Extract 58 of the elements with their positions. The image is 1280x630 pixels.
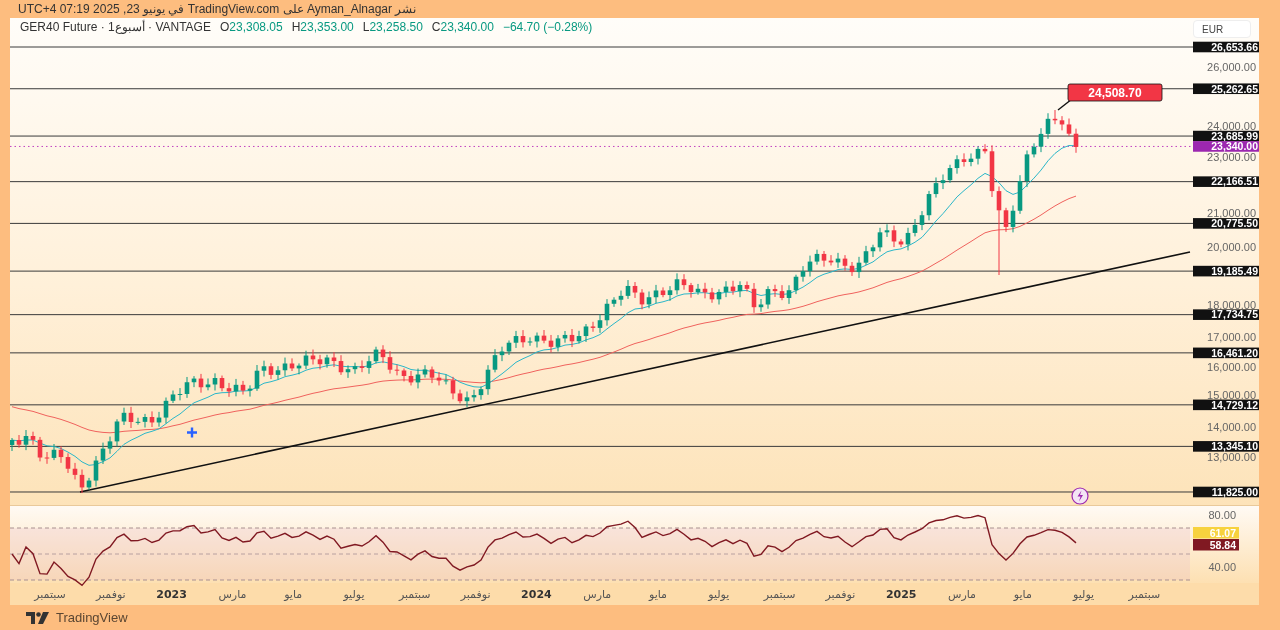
indicator-value-label: 58.84 bbox=[1193, 538, 1239, 551]
symbol-label: GER40 Future · 1أسبوع · VANTAGE bbox=[20, 20, 211, 34]
currency-button[interactable]: EUR bbox=[1193, 20, 1251, 38]
time-axis-label: سبتمبر bbox=[34, 588, 66, 601]
price-tick-label: 23,000.00 bbox=[1207, 150, 1256, 163]
price-tick-label: 21,000.00 bbox=[1207, 207, 1256, 220]
time-axis-label: نوفمبر bbox=[95, 588, 126, 601]
time-axis-label: 2023 bbox=[156, 588, 187, 601]
time-axis-label: سبتمبر bbox=[399, 588, 431, 601]
price-change: −64.70 (−0.28%) bbox=[502, 20, 593, 34]
time-axis-label: 2025 bbox=[885, 588, 917, 601]
time-axis-label: مارس bbox=[218, 588, 247, 601]
price-tick-label: 17,000.00 bbox=[1207, 330, 1256, 343]
price-tick-label: 16,000.00 bbox=[1207, 360, 1256, 373]
price-label: 20,775.50 bbox=[1193, 217, 1259, 230]
logo-icon bbox=[26, 611, 50, 624]
price-label: 23,340.00 bbox=[1193, 140, 1259, 153]
time-axis-label: سبتمبر bbox=[763, 588, 796, 601]
publish-info: نشر Ayman_Alnagar على TradingView.com في يونيو 23, 2025 07:19 UTC+4 bbox=[18, 2, 417, 16]
plus-icon bbox=[185, 426, 199, 439]
price-label: 17,734.75 bbox=[1193, 308, 1259, 321]
price-label: 23,685.99 bbox=[1193, 129, 1259, 142]
price-label: 14,729.12 bbox=[1193, 398, 1259, 411]
price-tick-label: 15,000.00 bbox=[1207, 388, 1256, 401]
price-label: 16,461.20 bbox=[1193, 346, 1259, 359]
ohlc-value: O23,308.05 bbox=[219, 20, 283, 34]
indicator-value-label: 61.07 bbox=[1193, 526, 1239, 539]
ohlc-value: H23,353.00 bbox=[291, 20, 354, 34]
price-callout: 24,508.70 bbox=[1067, 83, 1163, 102]
lightning-icon bbox=[1071, 487, 1089, 505]
time-axis-label: نوفمبر bbox=[460, 588, 491, 601]
price-label: 19,185.49 bbox=[1193, 264, 1259, 277]
price-label: 26,653.66 bbox=[1193, 40, 1259, 53]
time-axis-label: مارس bbox=[583, 588, 612, 601]
rsi-tick-label: 40.00 bbox=[1208, 561, 1236, 573]
time-axis-label: نوفمبر bbox=[825, 588, 856, 601]
price-tick-label: 20,000.00 bbox=[1207, 240, 1256, 253]
time-axis-label: سبتمبر bbox=[1128, 588, 1161, 601]
price-tick-label: 13,000.00 bbox=[1207, 450, 1256, 463]
time-axis-label: مايو bbox=[284, 588, 303, 601]
time-axis-label: مايو bbox=[1013, 588, 1032, 601]
price-label: 25,262.65 bbox=[1193, 82, 1259, 95]
time-axis-label: يوليو bbox=[708, 588, 730, 601]
price-tick-label: 26,000.00 bbox=[1207, 60, 1256, 73]
price-tick-label: 18,000.00 bbox=[1207, 298, 1256, 311]
time-axis-label: مارس bbox=[948, 588, 976, 601]
rsi-tick-label: 80.00 bbox=[1208, 509, 1236, 521]
ohlc-value: L23,258.50 bbox=[362, 20, 423, 34]
price-label: 13,345.10 bbox=[1193, 440, 1259, 453]
time-axis-label: يوليو bbox=[343, 588, 365, 601]
time-axis-label: مايو bbox=[649, 588, 667, 601]
price-tick-label: 14,000.00 bbox=[1207, 420, 1256, 433]
time-axis-label: 2024 bbox=[521, 588, 552, 601]
price-label: 22,166.51 bbox=[1193, 175, 1259, 188]
brand-label: TradingView bbox=[56, 610, 128, 625]
price-label: 11,825.00 bbox=[1193, 485, 1259, 498]
ohlc-value: C23,340.00 bbox=[431, 20, 494, 34]
time-axis-label: يوليو bbox=[1073, 588, 1095, 601]
